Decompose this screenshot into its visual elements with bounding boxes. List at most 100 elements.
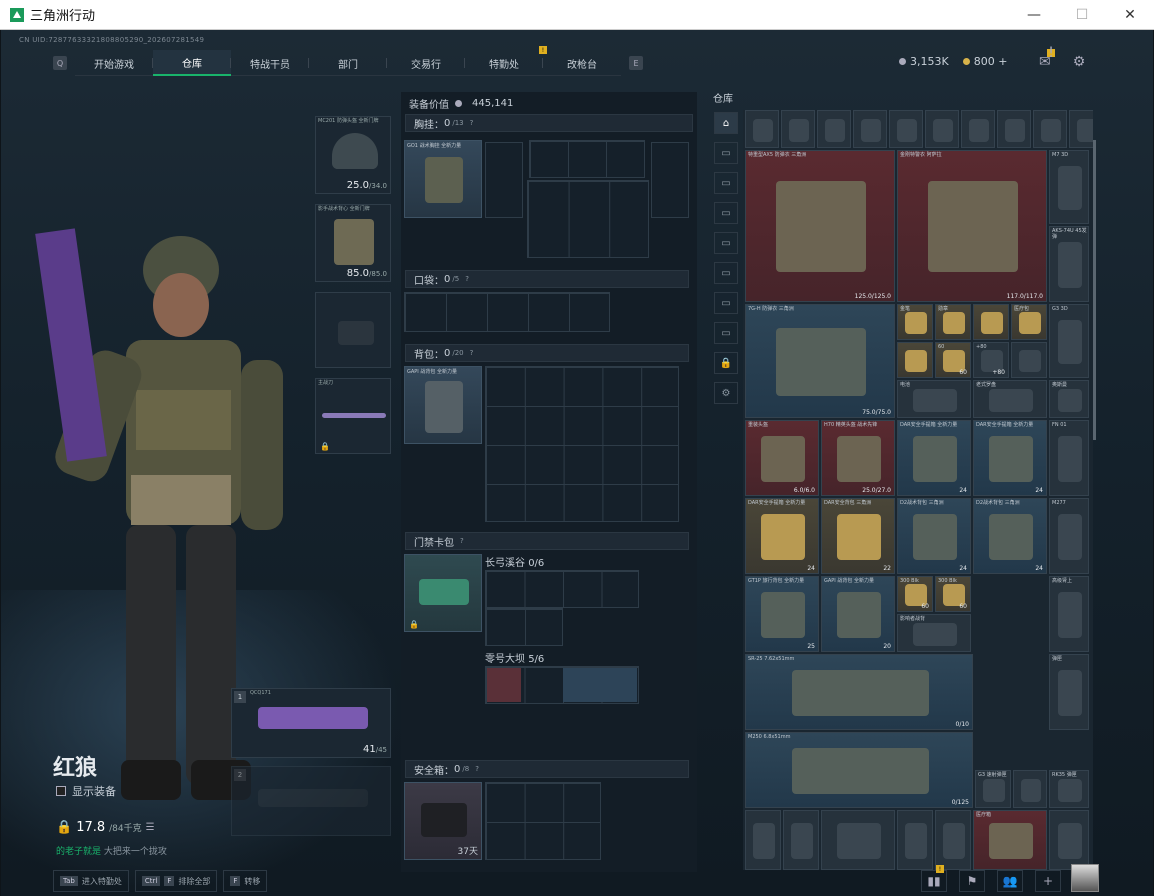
warehouse-item[interactable]: DAR安全手提箱 全新力量 24 [897,420,971,496]
warehouse-item[interactable]: 300 Blk 60 [935,576,971,612]
warehouse-item[interactable]: 特重型AX5 防弹衣 三角洲 125.0/125.0 [745,150,895,302]
warehouse-item[interactable] [1069,110,1093,148]
warehouse-item[interactable]: 奥斯曼 [1049,380,1089,418]
warehouse-item[interactable]: M7 3D [1049,150,1089,224]
melee-slot[interactable]: 主战刀 🔒 [315,378,391,454]
chest-grid[interactable] [651,142,689,218]
warehouse-item[interactable] [1033,110,1067,148]
warehouse-item[interactable]: RK35 弹匣 [1049,770,1089,808]
warehouse-item[interactable]: FN 01 [1049,420,1089,496]
warehouse-home-icon[interactable]: ⌂ [714,112,738,134]
warehouse-item[interactable]: AKS-74U 45发弹 [1049,226,1089,302]
warehouse-item[interactable] [1011,342,1047,378]
keycard-case-item[interactable]: 🔒 [404,554,482,632]
helmet-slot[interactable]: MC201 防弹头盔 全新门牌 25.0/34.0 [315,116,391,194]
tab-5[interactable]: 特勤处! [465,46,547,76]
warehouse-item[interactable]: 高级肾上 [1049,576,1089,652]
primary-weapon-slot[interactable]: QCQ171 1 41/45 [231,688,391,758]
avatar[interactable] [1071,864,1099,892]
warehouse-item[interactable]: G3 速射弹匣 [975,770,1011,808]
chest-grid[interactable] [527,180,649,258]
keycard-item[interactable] [563,668,637,702]
nav-prev-key[interactable]: Q [53,56,67,70]
gear-icon[interactable]: ⚙ [1073,54,1086,70]
chest-rig-item[interactable]: GO1 战术胸挂 全新力量 [404,140,482,218]
warehouse-item[interactable]: M277 [1049,498,1089,574]
tab-6[interactable]: 改枪台 [543,50,621,76]
warehouse-item[interactable] [997,110,1031,148]
maximize-button[interactable]: ☐ [1058,0,1106,30]
hint-transfer[interactable]: F 转移 [223,870,268,892]
gear-icon[interactable]: ⚙ [714,382,738,404]
mail-icon[interactable]: ✉! [1039,45,1055,70]
warehouse-item[interactable] [821,810,895,870]
pocket-grid[interactable] [404,292,610,332]
silver-currency[interactable]: 3,153K [899,55,949,68]
warehouse-item[interactable]: DAR安全手提箱 全新力量 24 [973,420,1047,496]
show-equipment-toggle[interactable]: 显示装备 [56,783,116,799]
warehouse-item[interactable]: 弹匣 [1049,654,1089,730]
tab-0[interactable]: 开始游戏 [75,50,153,76]
backpack-item[interactable]: GAPI 战背包 全新力量 [404,366,482,444]
minimize-button[interactable]: — [1010,0,1058,30]
warehouse-item[interactable] [961,110,995,148]
warehouse-item[interactable] [935,810,971,870]
tab-2[interactable]: 特战干员 [231,50,309,76]
warehouse-item[interactable]: 7G-H 防弹衣 三角洲 75.0/75.0 [745,304,895,418]
flag-icon[interactable]: ⚑ [959,870,985,892]
warehouse-item[interactable]: GAPI 战背包 全新力量 20 [821,576,895,652]
warehouse-tab-icon[interactable]: ▭ [714,322,738,344]
keycard-item[interactable] [487,668,521,702]
list-icon[interactable]: ☰ [146,822,155,833]
warehouse-item[interactable]: 勋章 [935,304,971,340]
checkbox[interactable] [56,786,66,796]
warehouse-item[interactable]: GT1P 旅行背包 全新力量 25 [745,576,819,652]
safe-box-grid[interactable] [485,782,601,860]
warehouse-item[interactable]: SR-25 7.62x51mm 0/10 [745,654,973,730]
chest-grid[interactable] [485,142,523,218]
lock-icon[interactable]: 🔒 [714,352,738,374]
warehouse-item[interactable]: 医疗箱 [973,810,1047,870]
warehouse-item[interactable] [897,342,933,378]
warehouse-item[interactable] [781,110,815,148]
warehouse-item[interactable] [745,810,781,870]
warehouse-item[interactable] [897,810,933,870]
warehouse-tab-icon[interactable]: ▭ [714,172,738,194]
hint-clear[interactable]: Ctrl F 排除全部 [134,870,218,892]
warehouse-item[interactable]: M250 6.8x51mm 0/125 [745,732,973,808]
safe-box-item[interactable]: 37天 [404,782,482,860]
warehouse-item[interactable] [1049,810,1089,870]
warehouse-item[interactable]: 重装头盔 6.0/6.0 [745,420,819,496]
tab-4[interactable]: 交易行 [387,50,465,76]
warehouse-tab-icon[interactable]: ▭ [714,262,738,284]
warehouse-item[interactable]: +80 +80 [973,342,1009,378]
warehouse-item[interactable]: 电池 [897,380,971,418]
warehouse-item[interactable] [745,110,779,148]
stats-icon[interactable]: ▮▮! [921,865,947,892]
armor-slot[interactable]: 影手战术背心 全新门牌 85.0/85.0 [315,204,391,282]
warehouse-tab-icon[interactable]: ▭ [714,232,738,254]
warehouse-item[interactable]: 金笔 [897,304,933,340]
chest-grid[interactable] [529,140,645,178]
tab-3[interactable]: 部门 [309,50,387,76]
warehouse-item[interactable]: 300 Blk 60 [897,576,933,612]
keycard-grid-1[interactable] [485,608,563,646]
add-member-button[interactable]: + [1035,870,1061,892]
warehouse-item[interactable] [817,110,851,148]
warehouse-item[interactable]: 老式罗盘 [973,380,1047,418]
warehouse-tab-icon[interactable]: ▭ [714,142,738,164]
warehouse-item[interactable]: 60 60 [935,342,971,378]
pistol-slot[interactable] [315,292,391,368]
warehouse-item[interactable]: G3 3D [1049,304,1089,378]
warehouse-item[interactable]: D2战术背包 三角洲 24 [897,498,971,574]
warehouse-item[interactable]: 影响者战背 [897,614,971,652]
team-icon[interactable]: 👥 [997,870,1023,892]
warehouse-scrollbar[interactable] [1093,140,1096,440]
warehouse-item[interactable] [889,110,923,148]
warehouse-item[interactable]: H70 精英头盔 战术先锋 25.0/27.0 [821,420,895,496]
warehouse-item[interactable]: DAR安全背包 三角洲 22 [821,498,895,574]
warehouse-tab-icon[interactable]: ▭ [714,202,738,224]
warehouse-item[interactable] [1013,770,1047,808]
warehouse-item[interactable] [925,110,959,148]
close-button[interactable]: ✕ [1106,0,1154,30]
